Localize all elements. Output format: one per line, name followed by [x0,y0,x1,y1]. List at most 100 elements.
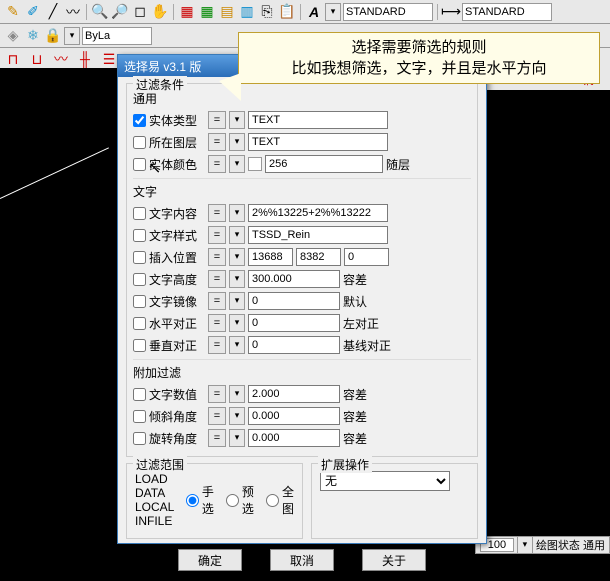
rotate-angle-op[interactable]: = [208,429,226,447]
dim-icon[interactable]: ⟼ [442,3,460,21]
color-dd-icon[interactable]: ▾ [229,155,245,173]
v-align-checkbox[interactable] [133,339,146,352]
status-dd-icon[interactable]: ▾ [517,536,533,554]
range-all-radio[interactable]: 全图 [266,472,294,528]
paste-icon[interactable]: 📋 [278,3,296,21]
text-style-op[interactable]: = [208,226,226,244]
zoom-in-icon[interactable]: 🔍 [91,3,109,21]
h-align-op[interactable]: = [208,314,226,332]
about-button[interactable]: 关于 [362,549,426,571]
instruction-tooltip: 选择需要筛选的规则 比如我想筛选，文字，并且是水平方向 [238,32,600,84]
insert-pos-op[interactable]: = [208,248,226,266]
rotate-angle-dd-icon[interactable]: ▾ [229,429,245,447]
tool-icon-2[interactable]: ⊔ [28,50,46,68]
tilt-angle-checkbox[interactable] [133,410,146,423]
layer-checkbox[interactable] [133,136,146,149]
entity-type-checkbox[interactable] [133,114,146,127]
text-mirror-checkbox[interactable] [133,295,146,308]
props-icon[interactable]: ▥ [238,3,256,21]
status-label: 绘图状态 通用 [536,537,605,553]
text-style-select[interactable] [343,3,433,21]
extend-select[interactable]: 无 [320,471,450,491]
table-icon[interactable]: ▤ [218,3,236,21]
layer-dd-icon[interactable]: ▾ [229,133,245,151]
layer-input[interactable] [248,133,388,151]
ok-button[interactable]: 确定 [178,549,242,571]
text-content-checkbox[interactable] [133,207,146,220]
insert-pos-dd-icon[interactable]: ▾ [229,248,245,266]
tool-icon-4[interactable]: ╫ [76,50,94,68]
pencil-icon[interactable]: ✎ [4,3,22,21]
insert-pos-x-input[interactable] [248,248,293,266]
text-mirror-input[interactable] [248,292,340,310]
entity-type-op[interactable]: = [208,111,226,129]
entity-type-input[interactable] [248,111,388,129]
tilt-angle-dd-icon[interactable]: ▾ [229,407,245,425]
text-style-input[interactable] [248,226,388,244]
tool-icon-1[interactable]: ⊓ [4,50,22,68]
text-height-checkbox[interactable] [133,273,146,286]
text-mirror-op[interactable]: = [208,292,226,310]
text-a-icon[interactable]: A [305,3,323,21]
entity-type-dd-icon[interactable]: ▾ [229,111,245,129]
tool-icon-3[interactable]: 〰 [52,50,70,68]
dim-style-select[interactable] [462,3,552,21]
tilt-angle-input[interactable] [248,407,340,425]
insert-pos-row: 插入位置 = ▾ [133,247,471,267]
tool-icon-5[interactable]: ☰ [100,50,118,68]
insert-pos-checkbox[interactable] [133,251,146,264]
text-dropdown-icon[interactable]: ▾ [325,3,341,21]
tilt-angle-suffix: 容差 [343,408,393,425]
text-style-checkbox[interactable] [133,229,146,242]
layer-icon[interactable]: ◈ [4,27,22,45]
text-height-dd-icon[interactable]: ▾ [229,270,245,288]
text-content-op[interactable]: = [208,204,226,222]
layer-op[interactable]: = [208,133,226,151]
text-num-dd-icon[interactable]: ▾ [229,385,245,403]
zoom-window-icon[interactable]: ◻ [131,3,149,21]
range-preselect-radio[interactable]: 预选 [226,472,254,528]
h-align-input[interactable] [248,314,340,332]
v-align-op[interactable]: = [208,336,226,354]
text-num-input[interactable] [248,385,340,403]
text-content-input[interactable] [248,204,388,222]
text-mirror-dd-icon[interactable]: ▾ [229,292,245,310]
freeze-icon[interactable]: ❄ [24,27,42,45]
cancel-button[interactable]: 取消 [270,549,334,571]
line-icon[interactable]: ╱ [44,3,62,21]
layers-icon[interactable]: ▦ [178,3,196,21]
v-align-dd-icon[interactable]: ▾ [229,336,245,354]
copy-icon[interactable]: ⎘ [258,3,276,21]
layer-dropdown-icon[interactable]: ▾ [64,27,80,45]
brush-icon[interactable]: ✐ [24,3,42,21]
h-align-checkbox[interactable] [133,317,146,330]
range-manual-radio[interactable]: 手选 [186,472,214,528]
color-op[interactable]: = [208,155,226,173]
v-align-input[interactable] [248,336,340,354]
h-align-dd-icon[interactable]: ▾ [229,314,245,332]
text-height-op[interactable]: = [208,270,226,288]
text-height-input[interactable] [248,270,340,288]
color-input[interactable] [265,155,383,173]
color-row: 实体颜色 = ▾ 随层 [133,154,471,174]
insert-pos-y-input[interactable] [296,248,341,266]
v-align-row: 垂直对正 = ▾ 基线对正 [133,335,471,355]
v-align-label: 垂直对正 [149,337,205,354]
insert-pos-z-input[interactable] [344,248,389,266]
rotate-angle-input[interactable] [248,429,340,447]
color-checkbox[interactable] [133,158,146,171]
zoom-out-icon[interactable]: 🔎 [111,3,129,21]
curve-icon[interactable]: 〰 [64,3,82,21]
text-num-checkbox[interactable] [133,388,146,401]
entity-type-row: 实体类型 = ▾ [133,110,471,130]
lock-icon[interactable]: 🔒 [44,27,62,45]
text-style-dd-icon[interactable]: ▾ [229,226,245,244]
pan-icon[interactable]: ✋ [151,3,169,21]
tilt-angle-op[interactable]: = [208,407,226,425]
text-num-label: 文字数值 [149,386,205,403]
text-num-op[interactable]: = [208,385,226,403]
grid-icon[interactable]: ▦ [198,3,216,21]
bylayer-select[interactable] [82,27,152,45]
rotate-angle-checkbox[interactable] [133,432,146,445]
text-content-dd-icon[interactable]: ▾ [229,204,245,222]
